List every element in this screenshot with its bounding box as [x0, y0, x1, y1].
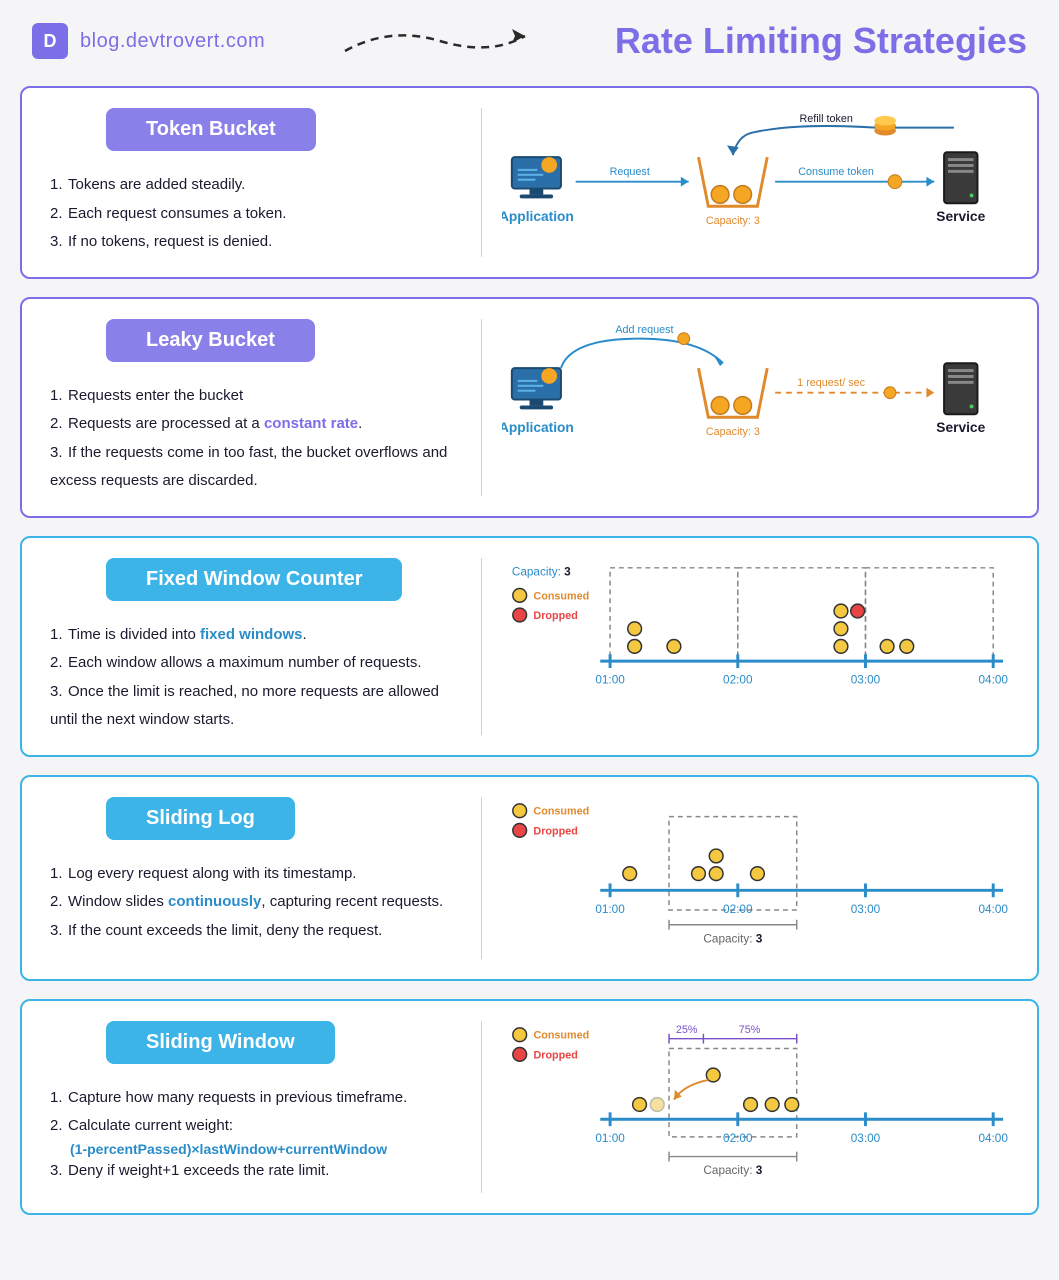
section-title: Sliding Log — [106, 797, 295, 840]
step-item: 2.Calculate current weight: — [46, 1112, 461, 1141]
step-item: 3.Deny if weight+1 exceeds the rate limi… — [46, 1157, 461, 1186]
curved-arrow-icon — [340, 21, 540, 61]
step-item: 3.If no tokens, request is denied. — [46, 228, 461, 257]
card-leaky-bucket: Leaky Bucket 1.Requests enter the bucket… — [20, 297, 1039, 518]
page-header: D blog.devtrovert.com Rate Limiting Stra… — [20, 20, 1039, 62]
svg-text:Service: Service — [936, 209, 985, 224]
leaky-bucket-diagram: Application Add request Capacity: 3 1 re… — [502, 319, 1013, 457]
svg-text:Request: Request — [610, 166, 650, 178]
step-item: 1.Time is divided into fixed windows. — [46, 621, 461, 650]
svg-text:Add request: Add request — [615, 323, 673, 335]
svg-text:03:00: 03:00 — [851, 1132, 881, 1145]
svg-text:Dropped: Dropped — [534, 825, 578, 837]
svg-text:25%: 25% — [676, 1023, 698, 1035]
svg-text:Consumed: Consumed — [534, 590, 590, 602]
steps-list: 1.Log every request along with its times… — [46, 860, 461, 946]
formula-text: (1-percentPassed)×lastWindow+currentWind… — [46, 1141, 461, 1157]
svg-text:Capacity: 3: Capacity: 3 — [512, 565, 571, 578]
svg-text:75%: 75% — [739, 1023, 761, 1035]
card-fixed-window: Fixed Window Counter 1.Time is divided i… — [20, 536, 1039, 757]
step-item: 2.Each window allows a maximum number of… — [46, 649, 461, 678]
svg-text:02:00: 02:00 — [723, 673, 753, 686]
svg-text:01:00: 01:00 — [595, 902, 625, 915]
svg-text:Refill token: Refill token — [800, 113, 853, 125]
sliding-log-diagram: Consumed Dropped 01:00 02:00 03:00 04:00… — [502, 797, 1013, 954]
svg-text:Consumed: Consumed — [534, 805, 590, 817]
step-item: 3.If the requests come in too fast, the … — [46, 439, 461, 496]
svg-text:02:00: 02:00 — [723, 1132, 753, 1145]
svg-text:02:00: 02:00 — [723, 902, 753, 915]
section-title: Sliding Window — [106, 1021, 335, 1064]
logo-icon: D — [32, 23, 68, 59]
svg-text:04:00: 04:00 — [979, 902, 1009, 915]
steps-list: 1.Tokens are added steadily. 2.Each requ… — [46, 171, 461, 257]
step-item: 1.Log every request along with its times… — [46, 860, 461, 889]
fixed-window-diagram: Capacity: 3 Consumed Dropped 01:00 02:00… — [502, 558, 1013, 705]
svg-text:03:00: 03:00 — [851, 673, 881, 686]
step-item: 3.Once the limit is reached, no more req… — [46, 678, 461, 735]
steps-list: 1.Capture how many requests in previous … — [46, 1084, 461, 1141]
svg-text:01:00: 01:00 — [595, 1132, 625, 1145]
svg-text:Dropped: Dropped — [534, 609, 578, 621]
section-title: Token Bucket — [106, 108, 316, 151]
card-sliding-log: Sliding Log 1.Log every request along wi… — [20, 775, 1039, 981]
svg-text:Dropped: Dropped — [534, 1049, 578, 1061]
step-item: 2.Window slides continuously, capturing … — [46, 888, 461, 917]
steps-list: 1.Requests enter the bucket 2.Requests a… — [46, 382, 461, 496]
section-title: Leaky Bucket — [106, 319, 315, 362]
step-item: 2.Requests are processed at a constant r… — [46, 410, 461, 439]
svg-text:04:00: 04:00 — [979, 1132, 1009, 1145]
domain-text: blog.devtrovert.com — [80, 30, 265, 53]
svg-text:Application: Application — [502, 419, 574, 434]
svg-text:Capacity: 3: Capacity: 3 — [706, 425, 760, 437]
svg-text:01:00: 01:00 — [595, 673, 625, 686]
svg-text:Application: Application — [502, 209, 574, 224]
svg-text:Consume token: Consume token — [798, 166, 874, 178]
header-left: D blog.devtrovert.com — [32, 23, 265, 59]
svg-text:04:00: 04:00 — [979, 673, 1009, 686]
svg-text:Service: Service — [936, 419, 985, 434]
step-item: 1.Requests enter the bucket — [46, 382, 461, 411]
step-item: 2.Each request consumes a token. — [46, 200, 461, 229]
svg-text:Consumed: Consumed — [534, 1029, 590, 1041]
step-item: 1.Capture how many requests in previous … — [46, 1084, 461, 1113]
card-token-bucket: Token Bucket 1.Tokens are added steadily… — [20, 86, 1039, 279]
steps-list: 1.Time is divided into fixed windows. 2.… — [46, 621, 461, 735]
step-item: 1.Tokens are added steadily. — [46, 171, 461, 200]
page-title: Rate Limiting Strategies — [615, 20, 1027, 62]
svg-text:1 request/ sec: 1 request/ sec — [797, 376, 865, 388]
sliding-window-diagram: Consumed Dropped 25% 75% 01:00 02:00 03:… — [502, 1021, 1013, 1188]
svg-text:Capacity: 3: Capacity: 3 — [704, 932, 763, 945]
card-sliding-window: Sliding Window 1.Capture how many reques… — [20, 999, 1039, 1215]
token-bucket-diagram: Application Request Capacity: 3 Refill t… — [502, 108, 1013, 246]
svg-text:Capacity: 3: Capacity: 3 — [706, 215, 760, 227]
svg-text:03:00: 03:00 — [851, 902, 881, 915]
svg-text:Capacity: 3: Capacity: 3 — [704, 1164, 763, 1177]
section-title: Fixed Window Counter — [106, 558, 402, 601]
step-item: 3.If the count exceeds the limit, deny t… — [46, 917, 461, 946]
